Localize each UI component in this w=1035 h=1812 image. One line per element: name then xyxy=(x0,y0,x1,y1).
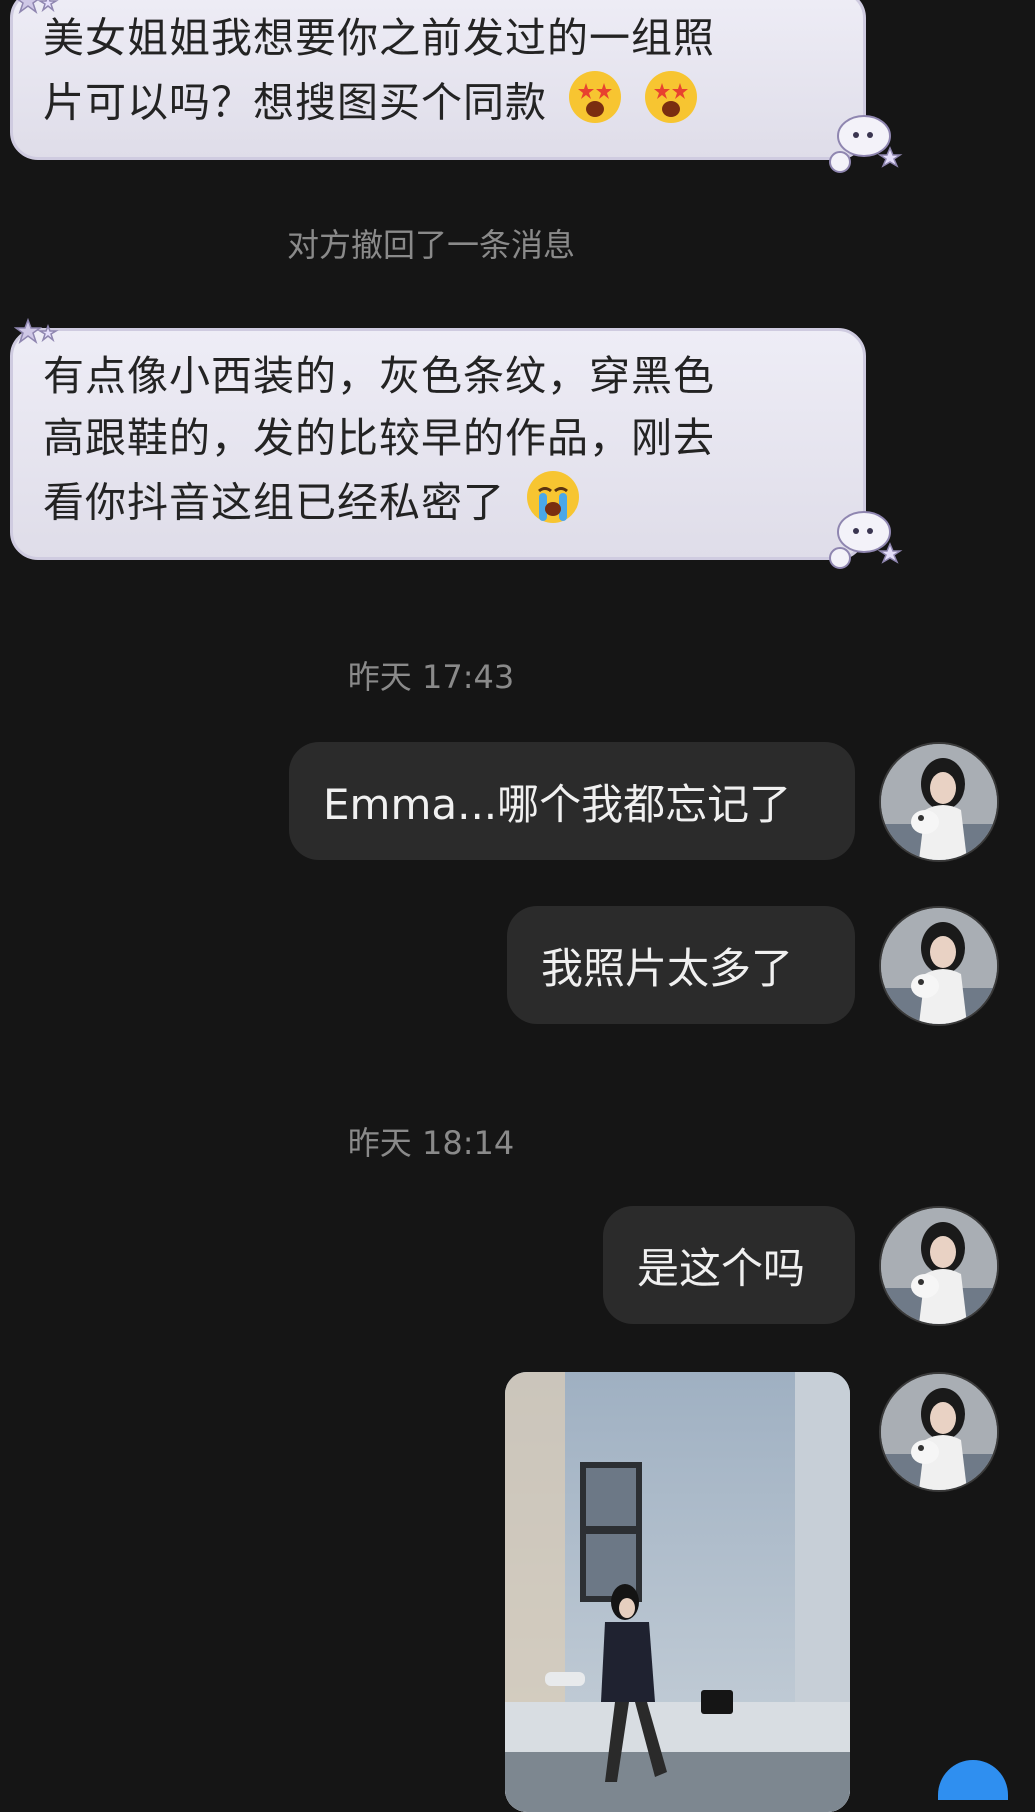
avatar[interactable] xyxy=(879,742,999,862)
bubble-cartoon-decoration-icon xyxy=(829,511,903,569)
timestamp: 昨天 17:43 xyxy=(347,658,515,696)
message-text: 我照片太多了 xyxy=(541,943,794,993)
scroll-to-bottom-button[interactable] xyxy=(938,1760,1008,1800)
message-text-line-wrap: 看你抖音这组已经私密了 xyxy=(43,469,833,542)
outgoing-message-bubble[interactable]: 我照片太多了 xyxy=(507,906,855,1024)
avatar[interactable] xyxy=(879,1206,999,1326)
star-struck-emoji-icon xyxy=(567,69,623,142)
photo-image-icon xyxy=(505,1372,850,1812)
timestamp: 昨天 18:14 xyxy=(347,1124,515,1162)
recalled-message-notice: 对方撤回了一条消息 xyxy=(286,226,575,264)
message-text: 是这个吗 xyxy=(637,1243,806,1293)
photo-message[interactable] xyxy=(505,1372,850,1812)
bubble-star-decoration-icon xyxy=(14,318,59,345)
bubble-star-decoration-icon xyxy=(17,0,59,15)
star-struck-emoji-icon xyxy=(643,69,699,142)
message-text-line: 有点像小西装的，灰色条纹，穿黑色 xyxy=(43,352,715,400)
message-text-line: 美女姐姐我想要你之前发过的一组照 xyxy=(43,14,715,62)
message-text-line: 片可以吗？想搜图买个同款 xyxy=(43,78,547,127)
message-text: Emma...哪个我都忘记了 xyxy=(323,779,792,829)
outgoing-message-bubble[interactable]: Emma...哪个我都忘记了 xyxy=(289,742,855,860)
crying-emoji-icon xyxy=(525,469,581,542)
outgoing-message-bubble[interactable]: 是这个吗 xyxy=(603,1206,855,1324)
avatar[interactable] xyxy=(879,906,999,1026)
message-text-line-wrap: 片可以吗？想搜图买个同款 xyxy=(43,69,833,142)
incoming-message-bubble[interactable]: 有点像小西装的，灰色条纹，穿黑色 高跟鞋的，发的比较早的作品，刚去 看你抖音这组… xyxy=(10,328,866,560)
avatar[interactable] xyxy=(879,1372,999,1492)
bubble-cartoon-decoration-icon xyxy=(829,115,903,173)
message-text-line: 看你抖音这组已经私密了 xyxy=(43,478,505,527)
message-text-line: 高跟鞋的，发的比较早的作品，刚去 xyxy=(43,414,715,462)
incoming-message-bubble[interactable]: 美女姐姐我想要你之前发过的一组照 片可以吗？想搜图买个同款 xyxy=(10,0,866,160)
